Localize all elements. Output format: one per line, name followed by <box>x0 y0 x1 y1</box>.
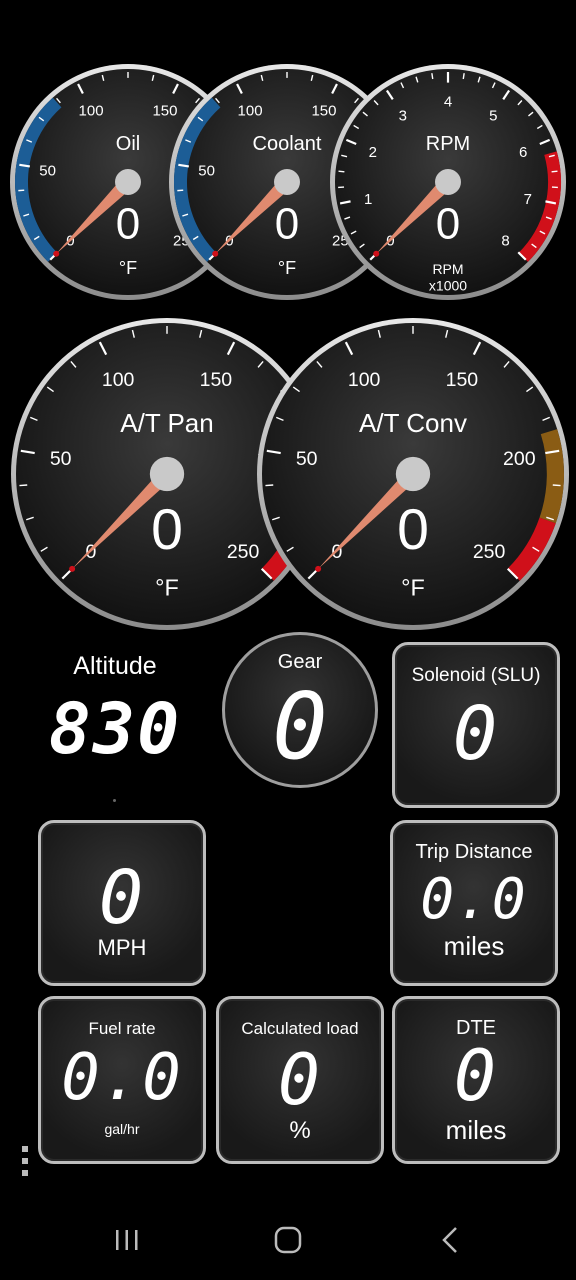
system-nav-bar <box>0 1200 576 1280</box>
tiny-dot <box>113 799 116 802</box>
tick-label: 250 <box>473 541 506 563</box>
at-pan-value: 0 <box>151 498 183 562</box>
tick-label: 100 <box>238 102 263 119</box>
altitude-label: Altitude <box>73 652 157 680</box>
altitude-value: 830 <box>48 688 182 770</box>
trip-distance-value: 0.0 <box>420 867 528 932</box>
rpm-gauge[interactable]: 012345678RPM0RPMx1000 <box>330 64 566 300</box>
tick-label: 8 <box>501 233 509 250</box>
tick-label: 250 <box>227 541 260 563</box>
home-icon[interactable] <box>272 1224 304 1256</box>
fuel-rate-tile[interactable]: Fuel rate 0.0 gal/hr <box>38 996 206 1164</box>
calculated-load-value: 0 <box>277 1039 323 1121</box>
tick-mark <box>552 484 561 487</box>
tick-label: 150 <box>152 102 177 119</box>
trip-distance-tile[interactable]: Trip Distance 0.0 miles <box>390 820 558 986</box>
trip-distance-unit: miles <box>443 931 505 961</box>
calculated-load-unit: % <box>289 1117 311 1144</box>
at-conv-label: A/T Conv <box>359 408 467 438</box>
solenoid-label: Solenoid (SLU) <box>411 665 541 686</box>
coolant-unit: °F <box>278 258 296 278</box>
at-conv-value: 0 <box>397 498 429 562</box>
tick-label: 6 <box>519 144 527 161</box>
oil-needle-hub <box>115 169 141 195</box>
tick-label: 50 <box>50 448 72 470</box>
rpm-unit-multiplier: x1000 <box>429 278 467 294</box>
oil-unit: °F <box>119 258 137 278</box>
at-pan-label: A/T Pan <box>120 408 213 438</box>
tick-label: 100 <box>102 369 135 391</box>
tick-label: 150 <box>446 369 479 391</box>
tick-label: 50 <box>198 162 215 179</box>
tick-label: 200 <box>503 448 536 470</box>
fuel-rate-label: Fuel rate <box>88 1019 156 1038</box>
gear-label: Gear <box>277 651 323 673</box>
oil-label: Oil <box>116 133 140 155</box>
calculated-load-label: Calculated load <box>241 1019 359 1038</box>
tick-mark <box>338 170 345 173</box>
tick-mark <box>462 73 465 80</box>
tick-label: 5 <box>489 107 497 124</box>
rpm-value: 0 <box>436 200 460 249</box>
dte-unit: miles <box>445 1115 507 1145</box>
tick-label: 150 <box>311 102 336 119</box>
coolant-needle-hub <box>274 169 300 195</box>
at-pan-unit: °F <box>155 575 179 601</box>
tick-label: 7 <box>524 191 532 208</box>
tick-label: 50 <box>296 448 318 470</box>
tick-mark <box>19 484 28 487</box>
tick-label: 4 <box>444 94 452 111</box>
calculated-load-tile[interactable]: Calculated load 0 % <box>216 996 384 1164</box>
coolant-label: Coolant <box>253 133 322 155</box>
tick-mark <box>551 170 558 173</box>
fuel-rate-value: 0.0 <box>61 1041 183 1115</box>
fuel-rate-unit: gal/hr <box>104 1121 140 1137</box>
solenoid-value: 0 <box>452 691 500 777</box>
tick-label: 2 <box>369 144 377 161</box>
rpm-label: RPM <box>426 133 470 155</box>
speed-unit: MPH <box>97 935 147 960</box>
speed-value: 0 <box>98 855 146 941</box>
dte-tile[interactable]: DTE 0 miles <box>392 996 560 1164</box>
tick-label: 100 <box>79 102 104 119</box>
at-conv-unit: °F <box>401 575 425 601</box>
speed-tile[interactable]: 0 MPH <box>38 820 206 986</box>
tick-label: 1 <box>364 191 372 208</box>
gear-value: 0 <box>272 673 328 780</box>
tick-mark <box>431 73 434 80</box>
tick-label: 50 <box>39 162 56 179</box>
gear-gauge[interactable]: Gear 0 <box>222 632 378 788</box>
rpm-unit: RPM <box>432 261 463 277</box>
solenoid-tile[interactable]: Solenoid (SLU) 0 <box>392 642 560 808</box>
at-pan-needle-hub <box>149 456 185 492</box>
tick-label: 100 <box>348 369 381 391</box>
at-conv-caution-zone <box>539 429 564 524</box>
oil-value: 0 <box>116 200 140 249</box>
tick-mark <box>265 484 274 487</box>
at-conv-gauge[interactable]: 050100150200250A/T Conv0°F <box>257 318 569 630</box>
back-icon[interactable] <box>436 1224 464 1256</box>
tick-label: 3 <box>399 107 407 124</box>
at-conv-needle-hub <box>395 456 431 492</box>
coolant-value: 0 <box>275 200 299 249</box>
rpm-needle-hub <box>435 169 461 195</box>
dte-value: 0 <box>453 1035 499 1117</box>
tick-label: 150 <box>200 369 233 391</box>
recent-apps-icon[interactable] <box>112 1224 142 1256</box>
overflow-menu-icon[interactable] <box>20 1146 34 1182</box>
trip-distance-label: Trip Distance <box>415 841 533 863</box>
